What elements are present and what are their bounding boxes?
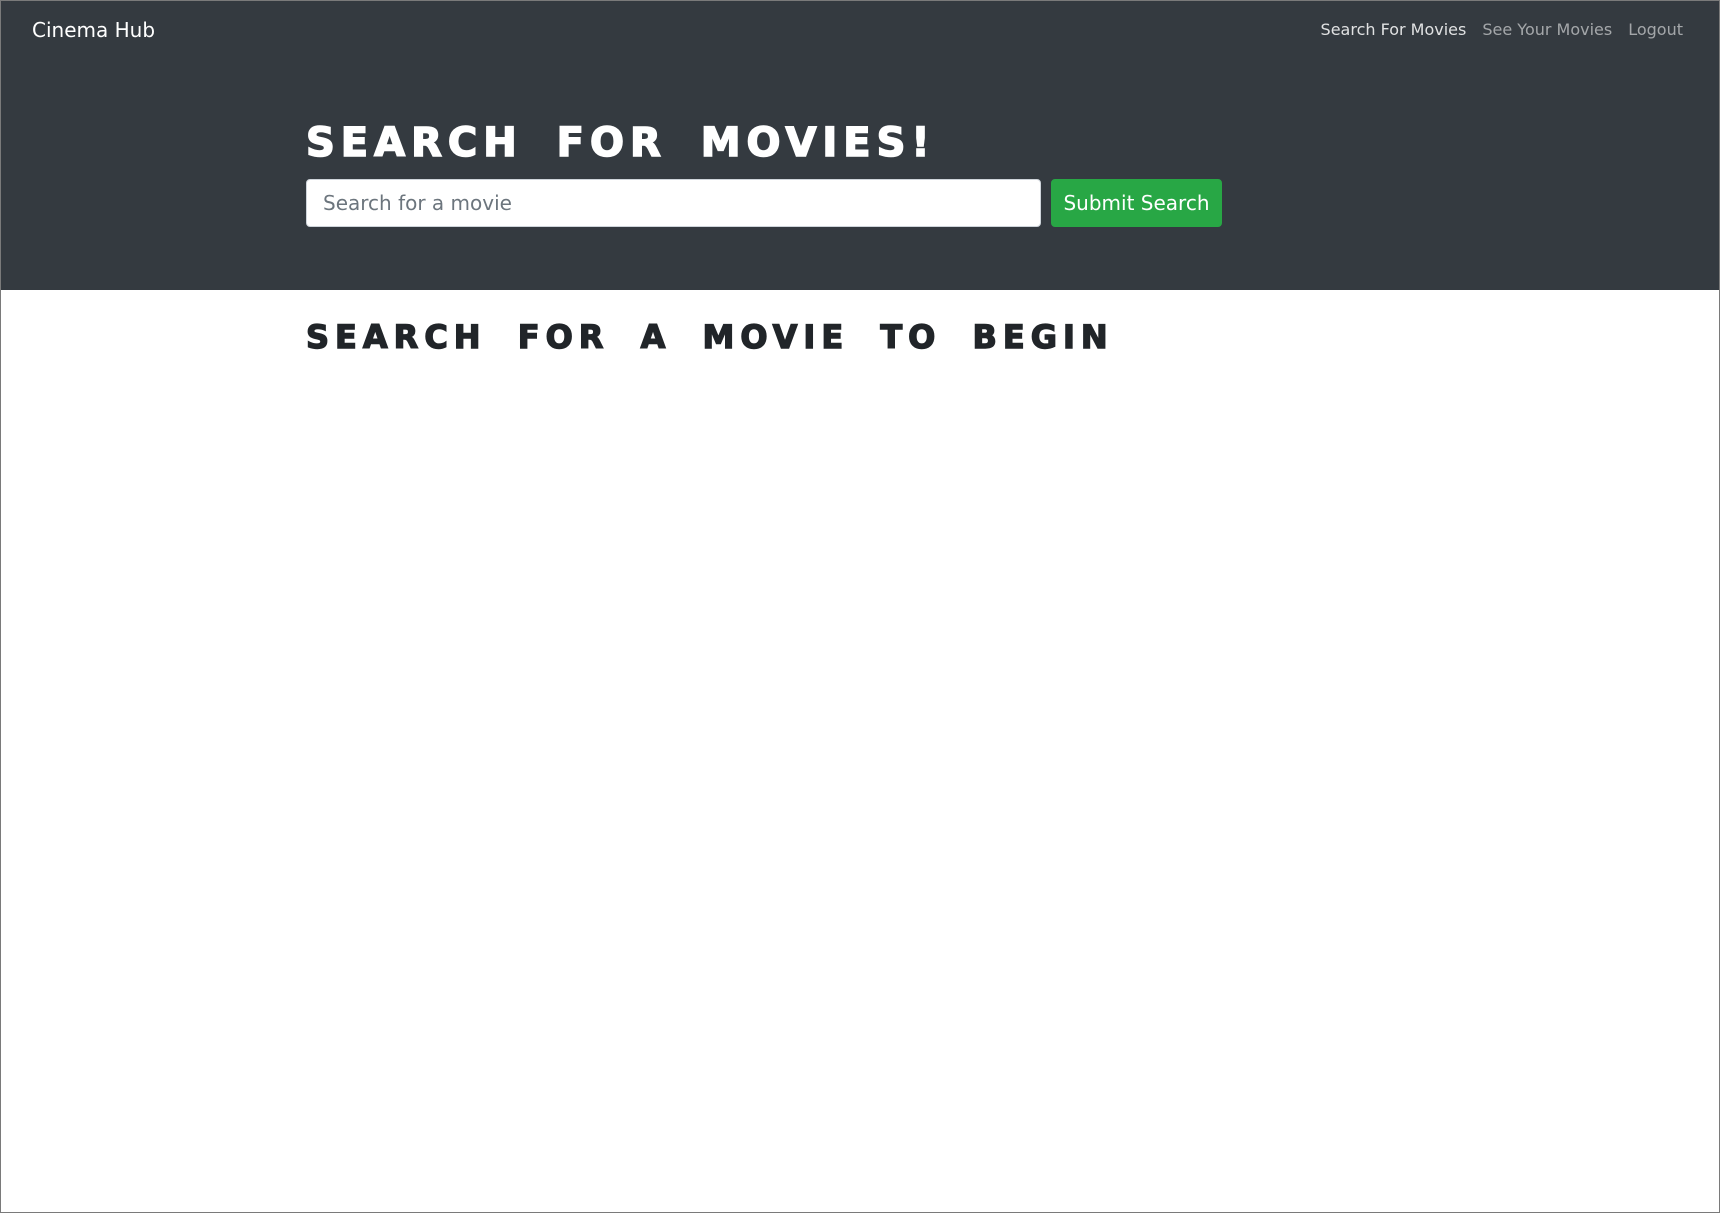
nav-links: Search For Movies See Your Movies Logout: [1321, 20, 1683, 40]
brand-link[interactable]: Cinema Hub: [32, 18, 155, 42]
nav-link-logout[interactable]: Logout: [1628, 20, 1683, 40]
submit-search-button[interactable]: Submit Search: [1051, 179, 1222, 227]
results-heading: Search for a movie to begin: [305, 317, 1114, 356]
hero-banner: Cinema Hub Search For Movies See Your Mo…: [1, 1, 1719, 290]
search-input[interactable]: [306, 179, 1041, 227]
page: Cinema Hub Search For Movies See Your Mo…: [0, 0, 1720, 1213]
navbar: Cinema Hub Search For Movies See Your Mo…: [1, 1, 1719, 61]
nav-link-search-for-movies[interactable]: Search For Movies: [1321, 20, 1467, 40]
nav-link-see-your-movies[interactable]: See Your Movies: [1482, 20, 1612, 40]
page-title: Search for Movies!: [305, 119, 936, 167]
search-form: Submit Search: [306, 179, 1222, 227]
